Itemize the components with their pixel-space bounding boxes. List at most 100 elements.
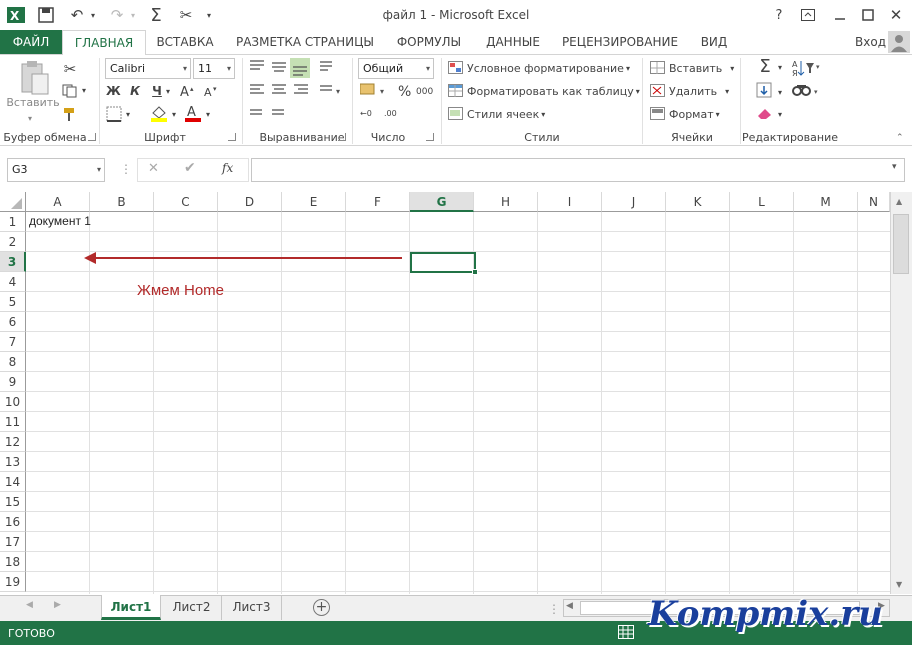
row-header-16[interactable]: 16 [0,512,26,532]
scroll-up-icon[interactable]: ▲ [896,197,902,206]
font-color-dropdown-icon[interactable]: ▾ [206,110,210,119]
insert-cells-button[interactable]: Вставить ▾ [650,61,734,75]
cell-a1[interactable]: документ 1 [29,214,91,228]
row-header-18[interactable]: 18 [0,552,26,572]
column-header-m[interactable]: M [794,192,858,212]
normal-view-icon[interactable] [618,625,636,641]
scroll-left-icon[interactable]: ◀ [566,601,573,611]
number-format-select[interactable]: Общий ▾ [358,58,434,79]
bold-button[interactable]: Ж [106,84,121,98]
delete-cells-button[interactable]: Удалить ▾ [650,84,729,98]
underline-button[interactable]: Ч [150,84,164,98]
column-header-l[interactable]: L [730,192,794,212]
column-header-f[interactable]: F [346,192,410,212]
cancel-icon[interactable]: ✕ [148,161,159,176]
row-header-4[interactable]: 4 [0,272,26,292]
font-shrink-icon[interactable]: A ▾ [204,84,222,101]
clear-dropdown-icon[interactable]: ▾ [778,110,782,119]
copy-dropdown-icon[interactable]: ▾ [82,86,86,95]
paste-dropdown-icon[interactable]: ▾ [28,114,32,123]
alignment-launcher-icon[interactable] [338,133,346,141]
sheet-tab-3[interactable]: Лист3 [222,595,282,620]
paste-icon[interactable] [12,60,52,96]
conditional-formatting-button[interactable]: Условное форматирование ▾ [448,61,630,75]
row-header-5[interactable]: 5 [0,292,26,312]
tab-insert[interactable]: ВСТАВКА [148,30,222,54]
clipboard-launcher-icon[interactable] [88,133,96,141]
sheet-prev-icon[interactable]: ◀ [26,600,33,610]
tab-data[interactable]: ДАННЫЕ [478,30,548,54]
row-header-1[interactable]: 1 [0,212,26,232]
column-header-k[interactable]: K [666,192,730,212]
row-header-12[interactable]: 12 [0,432,26,452]
column-header-a[interactable]: A [26,192,90,212]
sheet-next-icon[interactable]: ▶ [54,600,61,610]
user-avatar[interactable] [888,31,910,53]
row-header-9[interactable]: 9 [0,372,26,392]
tab-file[interactable]: ФАЙЛ [0,30,62,54]
column-header-e[interactable]: E [282,192,346,212]
fill-handle[interactable] [472,269,478,275]
sort-filter-icon[interactable]: А Я ▾ [792,59,822,80]
add-sheet-icon[interactable]: + [313,599,330,616]
insert-function-icon[interactable]: fx [222,161,233,175]
column-header-d[interactable]: D [218,192,282,212]
tab-formulas[interactable]: ФОРМУЛЫ [390,30,468,54]
row-header-17[interactable]: 17 [0,532,26,552]
fill-color-icon[interactable] [150,104,168,125]
row-header-19[interactable]: 19 [0,572,26,592]
column-header-h[interactable]: H [474,192,538,212]
row-header-2[interactable]: 2 [0,232,26,252]
minimize-icon[interactable] [832,5,848,25]
clear-icon[interactable] [756,106,774,123]
row-header-8[interactable]: 8 [0,352,26,372]
tab-page-layout[interactable]: РАЗМЕТКА СТРАНИЦЫ [230,30,380,54]
sheet-tab-2[interactable]: Лист2 [162,595,222,620]
font-size-select[interactable]: 11 ▾ [193,58,235,79]
find-select-icon[interactable]: ▾ [792,82,822,101]
ribbon-display-icon[interactable] [800,5,816,25]
autosum-dropdown-icon[interactable]: ▾ [778,63,782,72]
autosum-icon[interactable]: Σ [756,56,774,77]
name-box[interactable]: G3 ▾ [7,158,105,182]
italic-button[interactable]: К [128,84,142,98]
cut-icon[interactable]: ✂ [62,60,78,78]
collapse-ribbon-icon[interactable]: ⌃ [896,133,904,143]
row-header-11[interactable]: 11 [0,412,26,432]
scroll-down-icon[interactable]: ▼ [896,580,902,589]
tab-view[interactable]: ВИД [694,30,734,54]
expand-formula-bar-icon[interactable]: ▾ [892,162,897,172]
format-as-table-button[interactable]: Форматировать как таблицу ▾ [448,84,640,98]
tab-splitter-icon[interactable]: ⋮ [548,602,560,616]
column-header-g[interactable]: G [410,192,474,212]
maximize-icon[interactable] [860,5,876,25]
borders-icon[interactable] [106,106,122,125]
tab-review[interactable]: РЕЦЕНЗИРОВАНИЕ [558,30,682,54]
font-launcher-icon[interactable] [228,133,236,141]
active-cell-g3[interactable] [410,252,476,273]
select-all-corner[interactable] [0,192,26,212]
fill-color-dropdown-icon[interactable]: ▾ [172,110,176,119]
copy-icon[interactable] [62,84,78,101]
number-launcher-icon[interactable] [426,133,434,141]
row-header-14[interactable]: 14 [0,472,26,492]
underline-dropdown-icon[interactable]: ▾ [166,87,170,96]
font-name-select[interactable]: Calibri ▾ [105,58,191,79]
cell-styles-button[interactable]: Стили ячеек ▾ [448,107,545,121]
formula-input[interactable] [251,158,905,182]
column-header-i[interactable]: I [538,192,602,212]
row-header-13[interactable]: 13 [0,452,26,472]
row-header-6[interactable]: 6 [0,312,26,332]
close-icon[interactable]: ✕ [888,5,904,25]
column-header-j[interactable]: J [602,192,666,212]
font-grow-icon[interactable]: A ▴ [180,84,198,101]
row-header-15[interactable]: 15 [0,492,26,512]
format-painter-icon[interactable] [62,106,78,125]
row-header-10[interactable]: 10 [0,392,26,412]
font-color-icon[interactable]: A [184,104,202,125]
vertical-scroll-thumb[interactable] [893,214,909,274]
row-header-7[interactable]: 7 [0,332,26,352]
sheet-tab-1[interactable]: Лист1 [101,595,161,620]
column-header-b[interactable]: B [90,192,154,212]
format-cells-button[interactable]: Формат ▾ [650,107,720,121]
